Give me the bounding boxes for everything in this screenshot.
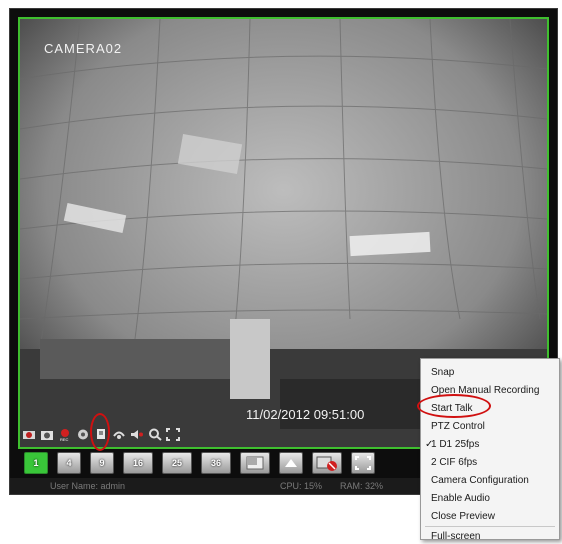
status-cpu: CPU: 15% [280,481,323,491]
status-ram: RAM: 32% [340,481,384,491]
ptz-icon[interactable] [76,428,90,441]
status-user: User Name: admin [50,481,126,491]
sequence-icon[interactable] [279,452,303,474]
camera-toolbar: REC [22,426,180,442]
layout-4-button[interactable]: 4 [57,452,81,474]
camera-off-icon[interactable] [22,428,36,441]
close-all-icon[interactable] [312,452,342,474]
talk-icon[interactable] [94,428,108,441]
menu-item-stream-1[interactable]: ✓ 1 D1 25fps [425,437,480,452]
camera-name-label: CAMERA02 [44,41,123,56]
layout-25-button[interactable]: 25 [162,452,192,474]
layout-custom-icon[interactable] [240,452,270,474]
context-menu: Snap Open Manual Recording Start Talk PT… [420,358,560,542]
menu-item-stream-2[interactable]: 2 CIF 6fps [431,455,477,470]
check-icon: ✓ [425,439,434,450]
menu-item-stream-1-label: 1 D1 25fps [431,439,480,450]
snapshot-icon[interactable] [40,428,54,441]
fullscreen-view-icon[interactable] [351,452,375,474]
menu-item-camera-configuration[interactable]: Camera Configuration [431,473,529,488]
menu-item-ptz-control[interactable]: PTZ Control [431,419,485,434]
menu-separator [425,526,555,527]
fullscreen-icon[interactable] [166,427,180,441]
volume-icon[interactable] [130,428,144,441]
menu-item-open-manual-recording[interactable]: Open Manual Recording [431,383,539,398]
layout-selector: 1 4 9 16 25 36 [24,452,375,474]
menu-item-snap[interactable]: Snap [431,365,454,380]
layout-16-button[interactable]: 16 [123,452,153,474]
menu-item-start-talk[interactable]: Start Talk [431,401,473,416]
svg-text:REC: REC [60,437,69,441]
menu-item-close-preview[interactable]: Close Preview [431,509,495,524]
timestamp-overlay: 11/02/2012 09:51:00 [246,407,365,422]
layout-9-button[interactable]: 9 [90,452,114,474]
zoom-icon[interactable] [148,428,162,441]
record-icon[interactable]: REC [58,428,72,441]
layout-1-button[interactable]: 1 [24,452,48,474]
menu-item-enable-audio[interactable]: Enable Audio [431,491,490,506]
layout-36-button[interactable]: 36 [201,452,231,474]
menu-item-full-screen[interactable]: Full-screen [431,529,480,544]
audio-icon[interactable] [112,428,126,441]
